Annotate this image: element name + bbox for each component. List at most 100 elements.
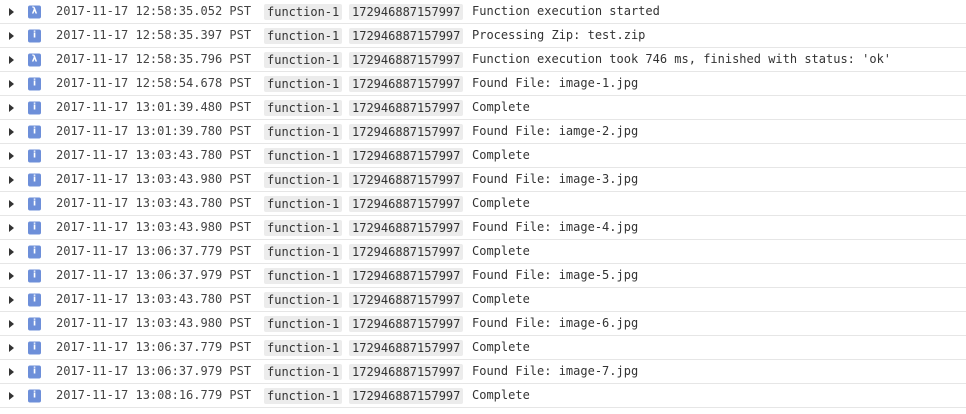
log-entry-row[interactable]: i 2017-11-17 13:03:43.980 PST function-1 17…	[0, 216, 966, 240]
log-timestamp: 2017-11-17 13:03:43.980 PST	[56, 316, 252, 330]
expand-row-icon[interactable]	[5, 125, 17, 139]
log-entry-row[interactable]: i 2017-11-17 13:06:37.979 PST function-1 17…	[0, 360, 966, 384]
expand-row-icon[interactable]	[5, 173, 17, 187]
log-entry-row[interactable]: i 2017-11-17 13:03:43.780 PST function-1 17…	[0, 288, 966, 312]
expand-row-icon[interactable]	[5, 293, 17, 307]
log-entry-row[interactable]: λ 2017-11-17 12:58:35.052 PST function-1 17…	[0, 0, 966, 24]
execution-id-chip[interactable]: 172946887157997	[349, 51, 464, 68]
execution-id-chip[interactable]: 172946887157997	[349, 243, 464, 260]
log-timestamp: 2017-11-17 13:01:39.780 PST	[56, 124, 252, 138]
expand-row-icon[interactable]	[5, 29, 17, 43]
log-timestamp: 2017-11-17 12:58:54.678 PST	[56, 76, 252, 90]
log-timestamp: 2017-11-17 13:03:43.980 PST	[56, 220, 252, 234]
log-message: Found File: iamge-2.jpg	[472, 124, 639, 138]
execution-id-chip[interactable]: 172946887157997	[349, 171, 464, 188]
function-name-chip[interactable]: function-1	[264, 27, 343, 44]
info-icon: i	[28, 101, 41, 114]
log-entry-row[interactable]: i 2017-11-17 12:58:54.678 PST function-1 17…	[0, 72, 966, 96]
log-timestamp: 2017-11-17 13:03:43.780 PST	[56, 148, 252, 162]
info-icon: i	[28, 317, 41, 330]
info-icon: i	[28, 293, 41, 306]
expand-row-icon[interactable]	[5, 365, 17, 379]
expand-row-icon[interactable]	[5, 149, 17, 163]
info-icon: i	[28, 221, 41, 234]
log-message: Processing Zip: test.zip	[472, 28, 646, 42]
function-name-chip[interactable]: function-1	[264, 267, 343, 284]
log-message: Complete	[472, 340, 530, 354]
execution-id-chip[interactable]: 172946887157997	[349, 99, 464, 116]
execution-id-chip[interactable]: 172946887157997	[349, 339, 464, 356]
expand-row-icon[interactable]	[5, 317, 17, 331]
expand-row-icon[interactable]	[5, 269, 17, 283]
execution-id-chip[interactable]: 172946887157997	[349, 27, 464, 44]
log-entry-row[interactable]: i 2017-11-17 13:03:43.980 PST function-1 17…	[0, 168, 966, 192]
function-name-chip[interactable]: function-1	[264, 195, 343, 212]
log-entry-row[interactable]: λ 2017-11-17 12:58:35.796 PST function-1 17…	[0, 48, 966, 72]
log-entry-row[interactable]: i 2017-11-17 13:08:16.779 PST function-1 17…	[0, 384, 966, 408]
info-icon: i	[28, 149, 41, 162]
log-entry-row[interactable]: i 2017-11-17 12:58:35.397 PST function-1 17…	[0, 24, 966, 48]
expand-row-icon[interactable]	[5, 77, 17, 91]
execution-id-chip[interactable]: 172946887157997	[349, 267, 464, 284]
expand-row-icon[interactable]	[5, 341, 17, 355]
log-timestamp: 2017-11-17 13:03:43.980 PST	[56, 172, 252, 186]
info-icon: i	[28, 125, 41, 138]
info-icon: i	[28, 365, 41, 378]
function-name-chip[interactable]: function-1	[264, 363, 343, 380]
log-timestamp: 2017-11-17 12:58:35.052 PST	[56, 4, 252, 18]
function-name-chip[interactable]: function-1	[264, 75, 343, 92]
info-icon: i	[28, 173, 41, 186]
log-entry-row[interactable]: i 2017-11-17 13:03:43.780 PST function-1 17…	[0, 192, 966, 216]
log-entry-row[interactable]: i 2017-11-17 13:06:37.779 PST function-1 17…	[0, 240, 966, 264]
info-icon: i	[28, 269, 41, 282]
expand-row-icon[interactable]	[5, 197, 17, 211]
log-message: Complete	[472, 244, 530, 258]
function-name-chip[interactable]: function-1	[264, 315, 343, 332]
function-name-chip[interactable]: function-1	[264, 219, 343, 236]
execution-id-chip[interactable]: 172946887157997	[349, 387, 464, 404]
function-name-chip[interactable]: function-1	[264, 243, 343, 260]
execution-id-chip[interactable]: 172946887157997	[349, 147, 464, 164]
function-name-chip[interactable]: function-1	[264, 339, 343, 356]
function-name-chip[interactable]: function-1	[264, 3, 343, 20]
log-message: Found File: image-6.jpg	[472, 316, 639, 330]
log-timestamp: 2017-11-17 12:58:35.397 PST	[56, 28, 252, 42]
execution-id-chip[interactable]: 172946887157997	[349, 315, 464, 332]
execution-id-chip[interactable]: 172946887157997	[349, 3, 464, 20]
function-name-chip[interactable]: function-1	[264, 123, 343, 140]
function-name-chip[interactable]: function-1	[264, 171, 343, 188]
execution-id-chip[interactable]: 172946887157997	[349, 195, 464, 212]
execution-id-chip[interactable]: 172946887157997	[349, 219, 464, 236]
expand-row-icon[interactable]	[5, 245, 17, 259]
function-name-chip[interactable]: function-1	[264, 147, 343, 164]
function-name-chip[interactable]: function-1	[264, 51, 343, 68]
log-message: Found File: image-5.jpg	[472, 268, 639, 282]
function-name-chip[interactable]: function-1	[264, 387, 343, 404]
info-icon: i	[28, 29, 41, 42]
log-entry-row[interactable]: i 2017-11-17 13:06:37.979 PST function-1 17…	[0, 264, 966, 288]
expand-row-icon[interactable]	[5, 101, 17, 115]
function-name-chip[interactable]: function-1	[264, 291, 343, 308]
log-message: Found File: image-4.jpg	[472, 220, 639, 234]
execution-id-chip[interactable]: 172946887157997	[349, 123, 464, 140]
expand-row-icon[interactable]	[5, 389, 17, 403]
log-timestamp: 2017-11-17 13:03:43.780 PST	[56, 292, 252, 306]
expand-row-icon[interactable]	[5, 5, 17, 19]
info-icon: i	[28, 341, 41, 354]
info-icon: i	[28, 77, 41, 90]
log-entry-row[interactable]: i 2017-11-17 13:01:39.480 PST function-1 17…	[0, 96, 966, 120]
log-message: Function execution took 746 ms, finished…	[472, 52, 892, 66]
log-entry-row[interactable]: i 2017-11-17 13:03:43.980 PST function-1 17…	[0, 312, 966, 336]
execution-id-chip[interactable]: 172946887157997	[349, 75, 464, 92]
function-name-chip[interactable]: function-1	[264, 99, 343, 116]
expand-row-icon[interactable]	[5, 221, 17, 235]
log-timestamp: 2017-11-17 13:06:37.779 PST	[56, 340, 252, 354]
log-entry-row[interactable]: i 2017-11-17 13:06:37.779 PST function-1 17…	[0, 336, 966, 360]
info-icon: i	[28, 245, 41, 258]
expand-row-icon[interactable]	[5, 53, 17, 67]
log-timestamp: 2017-11-17 13:01:39.480 PST	[56, 100, 252, 114]
log-entry-row[interactable]: i 2017-11-17 13:03:43.780 PST function-1 17…	[0, 144, 966, 168]
execution-id-chip[interactable]: 172946887157997	[349, 291, 464, 308]
execution-id-chip[interactable]: 172946887157997	[349, 363, 464, 380]
log-entry-row[interactable]: i 2017-11-17 13:01:39.780 PST function-1 17…	[0, 120, 966, 144]
